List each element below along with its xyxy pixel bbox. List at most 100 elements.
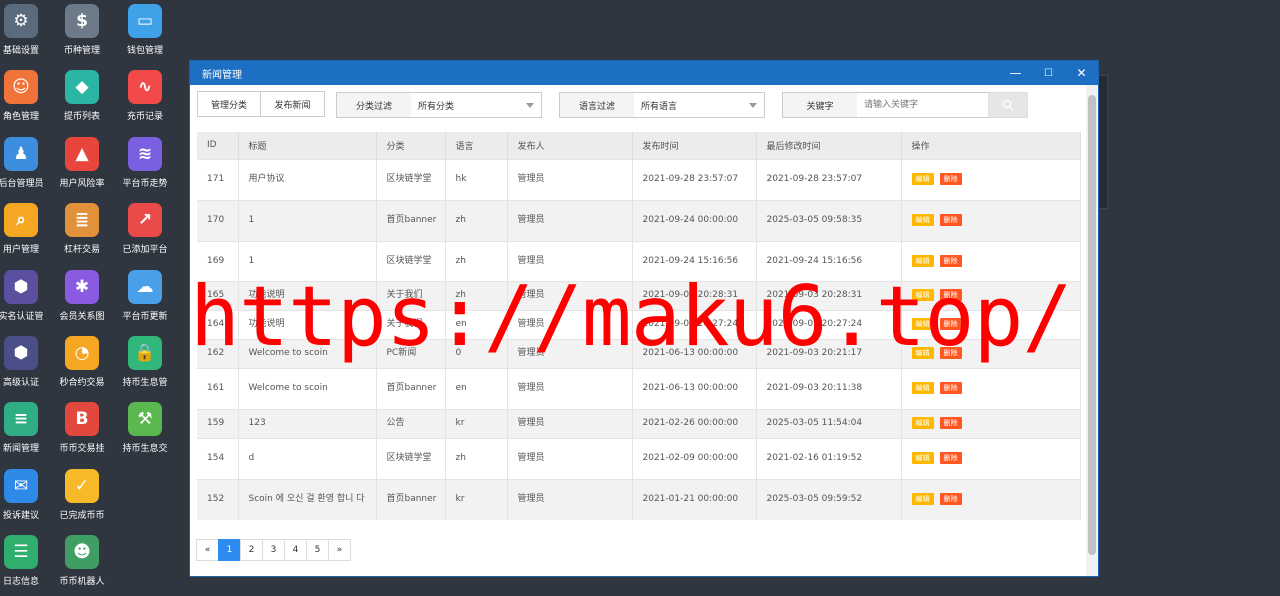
page-button[interactable]: 4 bbox=[284, 539, 307, 561]
desktop-icon[interactable]: ☁ 平台币更新 bbox=[113, 268, 177, 332]
delete-button[interactable]: 删除 bbox=[939, 493, 962, 506]
news-doc-icon: ≡ bbox=[4, 402, 38, 437]
desktop-icon[interactable]: ⚙ 基础设置 bbox=[0, 2, 53, 66]
cell-actions: 编辑 删除 bbox=[901, 408, 1081, 438]
cell-modified: 2025-03-05 09:59:52 bbox=[756, 478, 902, 520]
desktop-icon[interactable]: ∿ 充币记录 bbox=[113, 68, 177, 132]
desktop-icon[interactable]: ◔ 秒合约交易 bbox=[50, 334, 114, 398]
page-button[interactable]: 2 bbox=[240, 539, 263, 561]
edit-button[interactable]: 编辑 bbox=[911, 417, 934, 429]
minimize-button[interactable]: — bbox=[999, 61, 1032, 85]
desktop-icon[interactable]: ≋ 平台币走势 bbox=[113, 135, 177, 199]
desktop: ⚙ 基础设置 $ 币种管理 ▭ 钱包管理 ☺ 角色管理 ◆ 提币列表 ∿ 充币记录 ♟ 后台管理员 ▲ 用户风… bbox=[0, 0, 180, 596]
desktop-icon[interactable]: ♟ 后台管理员 bbox=[0, 135, 53, 199]
chevron-down-icon bbox=[749, 103, 757, 108]
language-filter-value: 所有语言 bbox=[641, 101, 678, 112]
table-row[interactable]: 170 1 首页banner zh 管理员 2021-09-24 00:00:00 2025… bbox=[197, 199, 1081, 241]
desktop-icon[interactable]: B 币币交易挂 bbox=[50, 400, 114, 464]
delete-button[interactable]: 删除 bbox=[939, 214, 962, 226]
desktop-icon[interactable]: ◆ 提币列表 bbox=[50, 68, 114, 132]
desktop-icon[interactable]: ▭ 钱包管理 bbox=[113, 2, 177, 66]
table-row[interactable]: 159 123 公告 kr 管理员 2021-02-26 00:00:00 2025-03-… bbox=[197, 408, 1081, 438]
desktop-icon-label: 高级认证 bbox=[2, 378, 39, 388]
window-title: 新闻管理 bbox=[202, 69, 242, 81]
cell-lang: kr bbox=[445, 408, 508, 438]
search-button[interactable] bbox=[988, 92, 1028, 118]
prev-page-button[interactable]: « bbox=[196, 539, 219, 561]
desktop-icon-label: 用户风险率 bbox=[59, 178, 105, 189]
dollar-coin-icon: $ bbox=[65, 4, 99, 38]
desktop-icon[interactable]: 🔒 持币生息管 bbox=[113, 334, 177, 398]
desktop-icon[interactable]: ≣ 杠杆交易 bbox=[50, 201, 114, 265]
desktop-icon[interactable]: ⬢ 高级认证 bbox=[0, 334, 53, 398]
page-button[interactable]: 3 bbox=[262, 539, 285, 561]
cell-published: 2021-01-21 00:00:00 bbox=[632, 478, 757, 520]
edit-button[interactable]: 编辑 bbox=[911, 254, 934, 267]
watermark-text: https://maku6.top/ bbox=[190, 268, 1072, 365]
delete-button[interactable]: 删除 bbox=[939, 254, 962, 267]
delete-button[interactable]: 删除 bbox=[939, 173, 962, 185]
cell-category: 区块链学堂 bbox=[376, 437, 446, 479]
table-row[interactable]: 154 d 区块链学堂 zh 管理员 2021-02-09 00:00:00 2021-02… bbox=[197, 437, 1081, 479]
check-box-icon: ✓ bbox=[65, 468, 99, 503]
cell-id: 171 bbox=[197, 158, 239, 200]
manage-category-button[interactable]: 管理分类 bbox=[197, 91, 261, 117]
delete-button[interactable]: 删除 bbox=[939, 382, 962, 394]
desktop-icon[interactable]: ≡ 新闻管理 bbox=[0, 400, 53, 464]
edit-button[interactable]: 编辑 bbox=[911, 382, 934, 394]
table-row[interactable]: 161 Welcome to scoin 首页banner en 管理员 2021-06-… bbox=[197, 367, 1081, 409]
keyword-input[interactable] bbox=[857, 92, 989, 118]
cell-category: 区块链学堂 bbox=[376, 158, 446, 200]
desktop-icon[interactable]: ⬢ 实名认证管 bbox=[0, 268, 53, 332]
desktop-icon[interactable]: ▲ 用户风险率 bbox=[50, 135, 114, 199]
vertical-scrollbar[interactable] bbox=[1086, 85, 1098, 576]
language-filter-select[interactable]: 所有语言 bbox=[634, 92, 765, 118]
desktop-icon[interactable]: ✱ 会员关系图 bbox=[50, 268, 114, 332]
delete-button[interactable]: 删除 bbox=[939, 452, 962, 464]
cell-published: 2021-09-24 00:00:00 bbox=[632, 199, 757, 241]
desktop-icon-label: 已完成币币 bbox=[59, 510, 105, 521]
close-button[interactable]: ✕ bbox=[1065, 61, 1098, 85]
desktop-icon[interactable]: $ 币种管理 bbox=[50, 2, 114, 66]
desktop-icon-label: 杠杆交易 bbox=[63, 245, 100, 256]
edit-button[interactable]: 编辑 bbox=[911, 493, 934, 506]
desktop-icon[interactable]: ☺ 角色管理 bbox=[0, 68, 53, 132]
delete-button[interactable]: 删除 bbox=[939, 417, 962, 429]
table-row[interactable]: 152 Scoin 에 오신 걸 환영 합니 다 首页banner kr 管理员 2021… bbox=[197, 478, 1081, 520]
page-button[interactable]: 5 bbox=[306, 539, 329, 561]
cell-title: 123 bbox=[238, 408, 377, 438]
desktop-icon-label: 用户管理 bbox=[2, 245, 39, 256]
desktop-icon-label: 实名认证管 bbox=[0, 311, 44, 322]
table-header: ID 标题 分类 语言 发布人 发布时间 最后修改时间 操作 bbox=[197, 132, 1081, 159]
id-verify-icon: ⬢ bbox=[4, 269, 38, 304]
desktop-icon[interactable]: ⚒ 持币生息交 bbox=[113, 400, 177, 464]
page-button[interactable]: 1 bbox=[218, 539, 241, 561]
desktop-icon-label: 持币生息管 bbox=[122, 378, 168, 388]
publish-news-button[interactable]: 发布新闻 bbox=[260, 91, 325, 117]
desktop-icon-label: 币币交易挂 bbox=[59, 444, 105, 455]
desktop-icon-label: 日志信息 bbox=[2, 577, 39, 588]
desktop-icon-label: 提币列表 bbox=[63, 112, 100, 123]
desktop-icon[interactable]: ☻ 币币机器人 bbox=[50, 533, 114, 596]
desktop-icon[interactable]: ↗ 已添加平台 bbox=[113, 201, 177, 265]
table-row[interactable]: 171 用户协议 区块链学堂 hk 管理员 2021-09-28 23:57:07 2021… bbox=[197, 158, 1081, 200]
scrollbar-thumb[interactable] bbox=[1088, 95, 1096, 555]
risk-alarm-icon: ▲ bbox=[65, 136, 99, 171]
withdraw-icon: ◆ bbox=[65, 70, 99, 105]
cell-lang: kr bbox=[445, 478, 508, 520]
lock-icon: 🔒 bbox=[128, 336, 162, 370]
desktop-icon[interactable]: ✓ 已完成币币 bbox=[50, 467, 114, 531]
desktop-icon[interactable]: ✉ 投诉建议 bbox=[0, 467, 53, 531]
edit-button[interactable]: 编辑 bbox=[911, 214, 934, 226]
desktop-icon-label: 币种管理 bbox=[63, 46, 100, 56]
desktop-icon[interactable]: ☰ 日志信息 bbox=[0, 533, 53, 596]
edit-button[interactable]: 编辑 bbox=[911, 173, 934, 185]
maximize-button[interactable]: ☐ bbox=[1032, 61, 1065, 85]
stopwatch-icon: ◔ bbox=[65, 336, 99, 370]
window-titlebar[interactable]: 新闻管理 — ☐ ✕ bbox=[190, 61, 1098, 85]
edit-button[interactable]: 编辑 bbox=[911, 452, 934, 464]
gear-icon: ⚙ bbox=[4, 4, 38, 38]
category-filter-select[interactable]: 所有分类 bbox=[411, 92, 542, 118]
desktop-icon[interactable]: ⌕ 用户管理 bbox=[0, 201, 53, 265]
next-page-button[interactable]: » bbox=[328, 539, 351, 561]
